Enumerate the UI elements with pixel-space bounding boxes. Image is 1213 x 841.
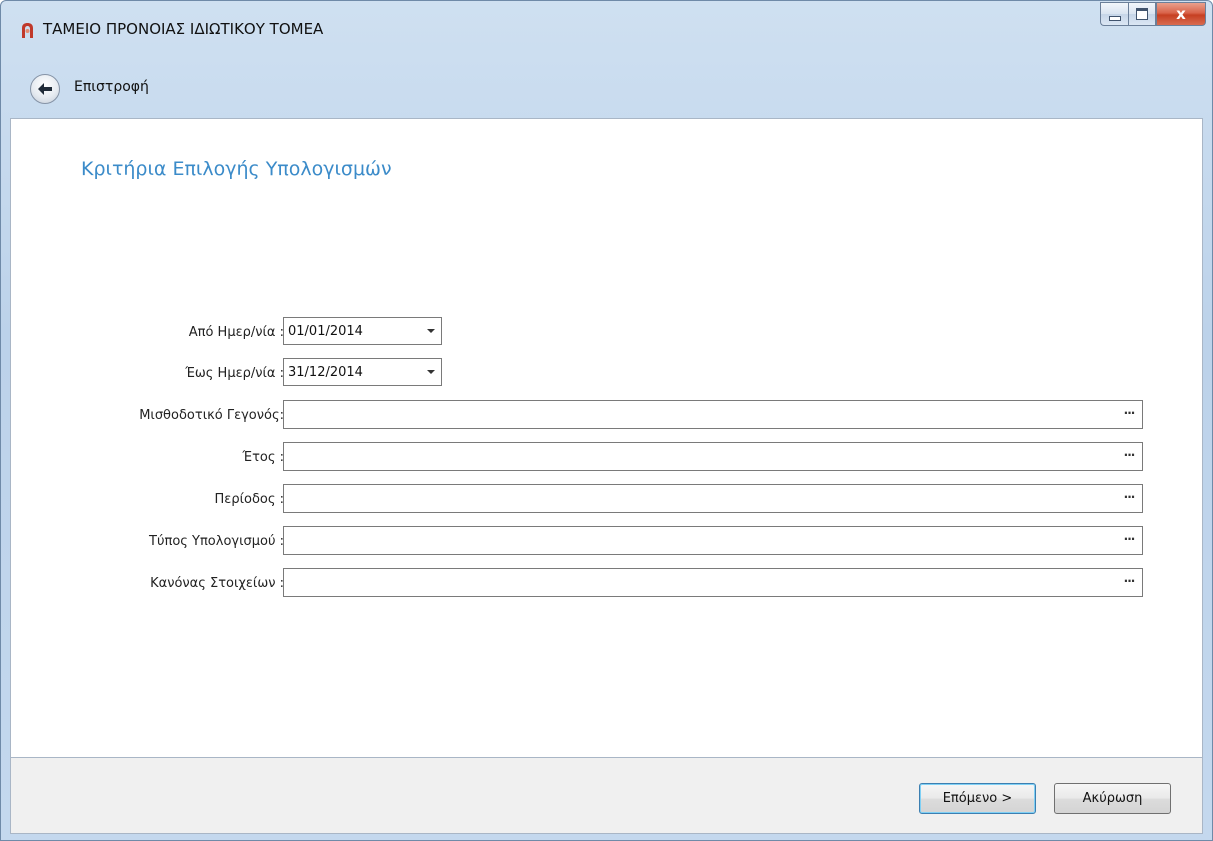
period-label: Περίοδος : xyxy=(214,492,284,507)
form-row-to-date: Έως Ημερ/νία : 31/12/2014 xyxy=(11,358,1204,388)
footer-bar: Επόμενο > Ακύρωση xyxy=(10,758,1203,834)
minimize-button[interactable] xyxy=(1100,2,1128,26)
form-row-year: Έτος : ··· xyxy=(11,442,1204,472)
maximize-icon xyxy=(1136,8,1148,20)
year-field[interactable]: ··· xyxy=(283,442,1143,471)
chevron-down-icon[interactable] xyxy=(427,329,435,333)
next-button[interactable]: Επόμενο > xyxy=(919,783,1036,814)
window-title: ΤΑΜΕΙΟ ΠΡΟΝΟΙΑΣ ΙΔΙΩΤΙΚΟΥ ΤΟΜΕΑ xyxy=(43,20,324,38)
period-field[interactable]: ··· xyxy=(283,484,1143,513)
content-panel: Κριτήρια Επιλογής Υπολογισμών Από Ημερ/ν… xyxy=(10,118,1203,758)
nav-bar: Επιστροφή xyxy=(1,51,1212,118)
close-button[interactable]: x xyxy=(1156,2,1206,26)
page-title: Κριτήρια Επιλογής Υπολογισμών xyxy=(81,158,392,180)
browse-button[interactable]: ··· xyxy=(1116,569,1142,596)
browse-button[interactable]: ··· xyxy=(1116,527,1142,554)
close-icon: x xyxy=(1176,5,1186,23)
payroll-event-field[interactable]: ··· xyxy=(283,400,1143,429)
back-arrow-icon xyxy=(38,83,52,95)
data-rule-label: Κανόνας Στοιχείων : xyxy=(150,576,284,591)
from-date-value: 01/01/2014 xyxy=(288,324,363,339)
payroll-event-label: Μισθοδοτικό Γεγονός: xyxy=(139,408,284,423)
back-button[interactable] xyxy=(30,74,60,104)
cancel-button[interactable]: Ακύρωση xyxy=(1054,783,1171,814)
browse-button[interactable]: ··· xyxy=(1116,401,1142,428)
maximize-button[interactable] xyxy=(1128,2,1156,26)
browse-button[interactable]: ··· xyxy=(1116,443,1142,470)
title-bar[interactable]: ΤΑΜΕΙΟ ΠΡΟΝΟΙΑΣ ΙΔΙΩΤΙΚΟΥ ΤΟΜΕΑ x xyxy=(1,1,1212,51)
chevron-down-icon[interactable] xyxy=(427,370,435,374)
app-logo-icon xyxy=(22,23,33,38)
from-date-label: Από Ημερ/νία : xyxy=(188,325,284,340)
form-row-data-rule: Κανόνας Στοιχείων : ··· xyxy=(11,568,1204,598)
minimize-icon xyxy=(1108,15,1121,21)
form-row-period: Περίοδος : ··· xyxy=(11,484,1204,514)
data-rule-field[interactable]: ··· xyxy=(283,568,1143,597)
back-link[interactable]: Επιστροφή xyxy=(74,78,149,96)
calc-type-field[interactable]: ··· xyxy=(283,526,1143,555)
to-date-picker[interactable]: 31/12/2014 xyxy=(283,358,442,386)
browse-button[interactable]: ··· xyxy=(1116,485,1142,512)
calc-type-label: Τύπος Υπολογισμού : xyxy=(149,534,284,549)
form-row-from-date: Από Ημερ/νία : 01/01/2014 xyxy=(11,317,1204,347)
form-row-payroll-event: Μισθοδοτικό Γεγονός: ··· xyxy=(11,400,1204,430)
form-row-calc-type: Τύπος Υπολογισμού : ··· xyxy=(11,526,1204,556)
to-date-label: Έως Ημερ/νία : xyxy=(185,366,284,381)
year-label: Έτος : xyxy=(242,450,284,465)
from-date-picker[interactable]: 01/01/2014 xyxy=(283,317,442,345)
to-date-value: 31/12/2014 xyxy=(288,365,363,380)
caption-buttons: x xyxy=(1100,2,1206,28)
app-window: ΤΑΜΕΙΟ ΠΡΟΝΟΙΑΣ ΙΔΙΩΤΙΚΟΥ ΤΟΜΕΑ x Επιστρ… xyxy=(0,0,1213,841)
